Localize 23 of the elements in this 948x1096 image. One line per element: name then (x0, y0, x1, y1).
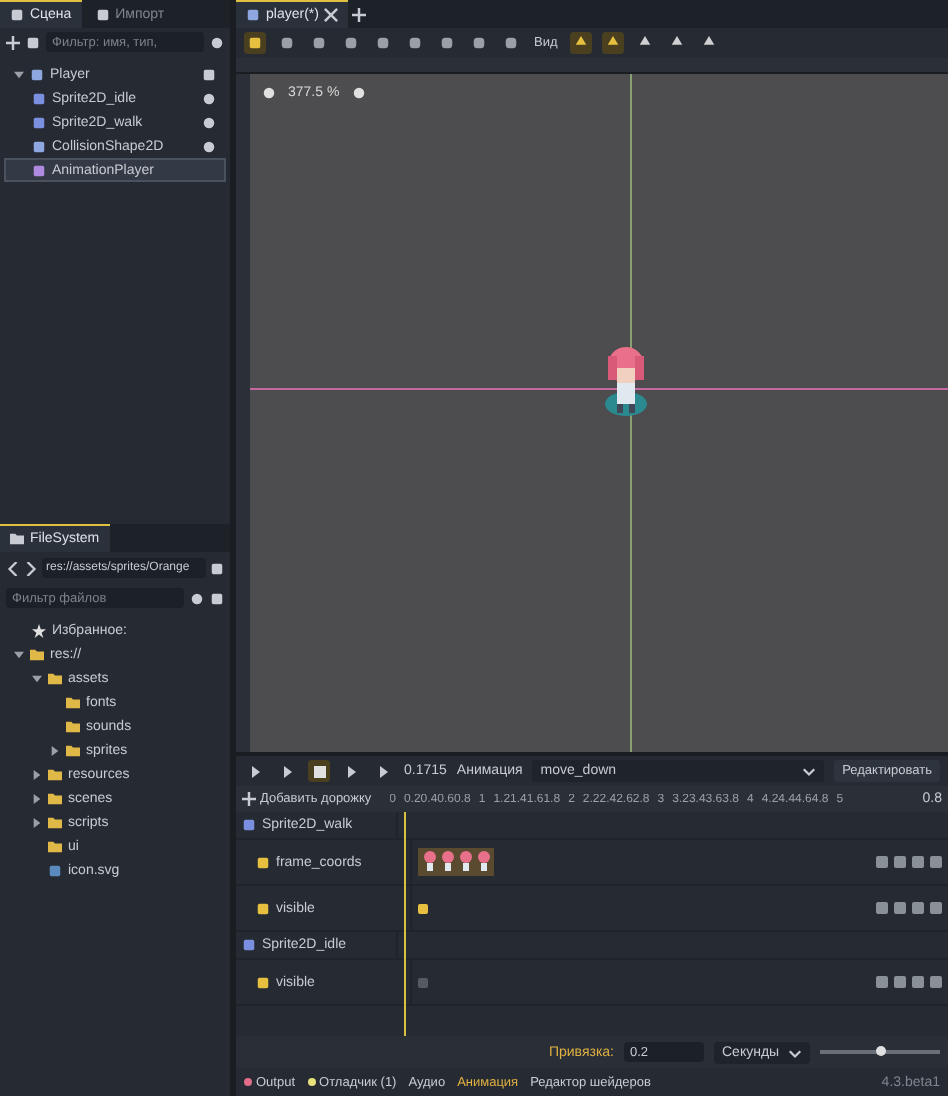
caret-icon[interactable] (32, 793, 42, 803)
caret-icon[interactable] (32, 769, 42, 779)
caret-icon[interactable] (14, 649, 24, 659)
stop-icon[interactable] (308, 760, 330, 782)
close-icon[interactable] (324, 8, 339, 22)
add-icon[interactable] (6, 35, 20, 49)
chevron-down-icon (802, 764, 817, 778)
chevron-down-icon (788, 1045, 802, 1059)
checkbox-icon[interactable] (256, 855, 270, 869)
caret-icon[interactable] (32, 817, 42, 827)
add-tab-icon[interactable] (352, 7, 367, 21)
caret-icon[interactable] (32, 673, 42, 683)
caret-icon[interactable] (14, 69, 24, 79)
select-tool-icon[interactable] (244, 32, 266, 54)
sprite-frames-drawing (418, 848, 494, 876)
folder-icon (10, 532, 24, 546)
star-icon (32, 623, 46, 637)
checkbox-icon[interactable] (256, 901, 270, 915)
caret-icon[interactable] (50, 745, 60, 755)
keyframe[interactable] (418, 903, 428, 913)
checkbox-icon[interactable] (256, 975, 270, 989)
plus-icon (242, 792, 256, 806)
character-drawing (602, 344, 650, 416)
